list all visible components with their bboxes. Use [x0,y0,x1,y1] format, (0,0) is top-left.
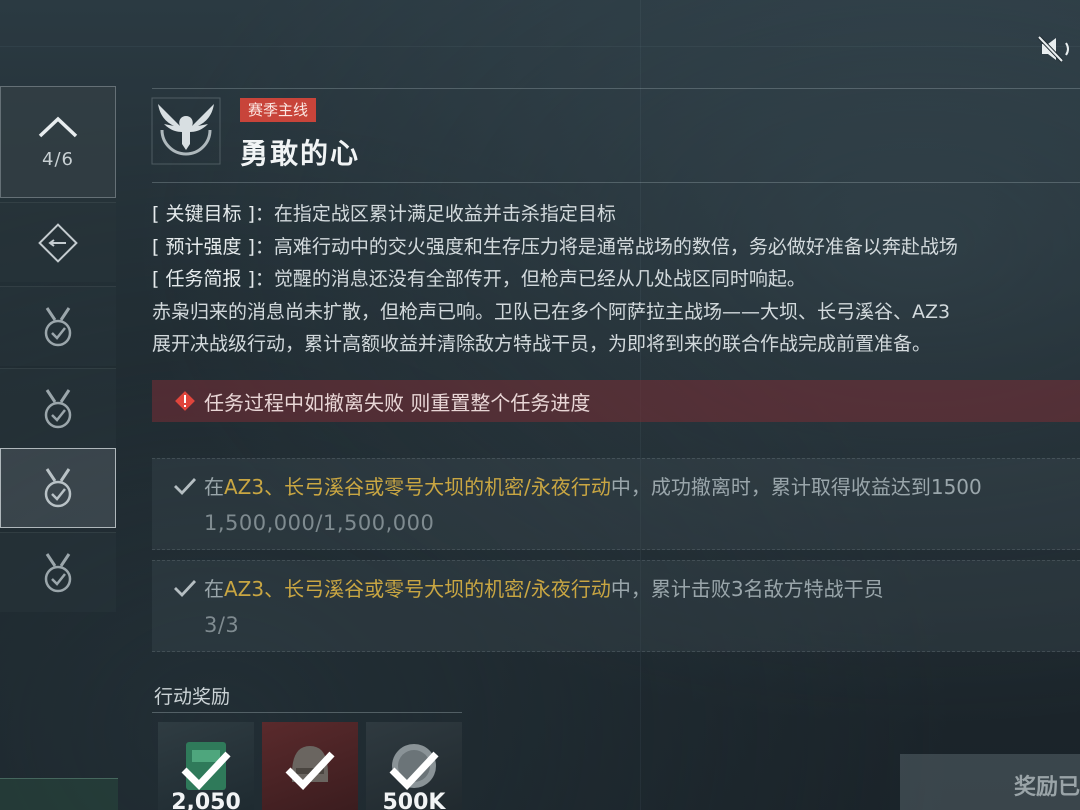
medal-check-icon [44,388,72,428]
reward-amount: 500K [382,790,446,810]
brief-key-objective-row: [ 关键目标 ]：在指定战区累计满足收益并击杀指定目标 [152,203,616,225]
medal-check-icon [44,552,72,592]
rail-item-medal[interactable] [0,368,116,448]
objective-item: 在AZ3、长弓溪谷或零号大坝的机密/永夜行动中，成功撤离时，累计取得收益达到15… [152,458,1080,550]
brief-intensity-label: [ 预计强度 ] [152,235,255,258]
rail-item-medal[interactable] [0,286,116,366]
brief-story-line: 赤枭归来的消息尚未扩散，但枪声已响。卫队已在多个阿萨拉主战场——大坝、长弓溪谷、… [152,300,951,323]
sound-off-icon[interactable] [1036,34,1076,64]
rewards-title: 行动奖励 [154,686,231,708]
rail-item-medal-active[interactable] [0,448,116,528]
reward-slot[interactable] [262,722,358,810]
brief-summary-label: [ 任务简报 ] [152,268,255,290]
eagle-emblem-icon [151,97,221,165]
reward-slot[interactable]: 2,050 [158,722,254,810]
brief-key-objective-label: [ 关键目标 ] [152,203,255,225]
medal-check-icon [44,468,72,508]
mission-title: 勇敢的心 [240,137,361,170]
brief-summary: 觉醒的消息还没有全部传开，但枪声已经从几处战区同时响起。 [273,268,806,290]
objective-item: 在AZ3、长弓溪谷或零号大坝的机密/永夜行动中，累计击败3名敌方特战干员 3/3 [152,560,1080,652]
objective-description: 在AZ3、长弓溪谷或零号大坝的机密/永夜行动中，累计击败3名敌方特战干员 [204,577,884,601]
header-divider [152,88,1080,89]
claimed-check-icon [389,751,439,791]
rewards-divider [152,712,462,713]
rail-item-medal[interactable] [0,532,116,612]
claimed-check-icon [181,751,231,791]
reward-amount: 2,050 [171,790,241,810]
bg-grid-line [0,46,1080,47]
title-divider [152,182,1080,183]
objective-progress: 1,500,000/1,500,000 [204,511,435,535]
mission-brief: [ 关键目标 ]：在指定战区累计满足收益并击杀指定目标 [ 预计强度 ]：高难行… [152,198,1080,361]
mission-counter: 4/6 [42,148,74,170]
chevron-up-icon [38,116,78,137]
warning-diamond-icon [175,391,195,411]
check-icon [174,580,197,598]
bottom-left-accent [0,778,118,810]
brief-intensity-row: [ 预计强度 ]：高难行动中的交火强度和生存压力将是通常战场的数倍，务必做好准备… [152,235,958,258]
rail-up-button[interactable]: 4/6 [0,86,116,198]
objective-highlight: AZ3、长弓溪谷或零号大坝的机密/永夜行动 [224,577,611,601]
warning-text: 任务过程中如撤离失败 则重置整个任务进度 [204,390,591,415]
rail-item-operation[interactable] [0,202,116,282]
check-icon [174,478,197,496]
brief-key-objective: 在指定战区累计满足收益并击杀指定目标 [273,203,616,225]
objective-highlight: AZ3、长弓溪谷或零号大坝的机密/永夜行动 [224,475,611,499]
claim-rewards-button[interactable]: 奖励已 [900,754,1080,810]
reward-slot[interactable]: 500K [366,722,462,810]
brief-intensity: 高难行动中的交火强度和生存压力将是通常战场的数倍，务必做好准备以奔赴战场 [273,235,958,258]
claimed-check-icon [285,751,335,791]
brief-summary-row: [ 任务简报 ]：觉醒的消息还没有全部传开，但枪声已经从几处战区同时响起。 [152,268,806,290]
operation-diamond-icon [38,222,78,263]
objective-description: 在AZ3、长弓溪谷或零号大坝的机密/永夜行动中，成功撤离时，累计取得收益达到15… [204,475,982,499]
brief-story-line: 展开决战级行动，累计高额收益并清除敌方特战干员，为即将到来的联合作战完成前置准备… [152,333,932,355]
medal-check-icon [44,306,72,346]
failure-warning-banner: 任务过程中如撤离失败 则重置整个任务进度 [152,380,1080,422]
season-main-tag: 赛季主线 [240,98,317,122]
objective-progress: 3/3 [204,613,240,637]
